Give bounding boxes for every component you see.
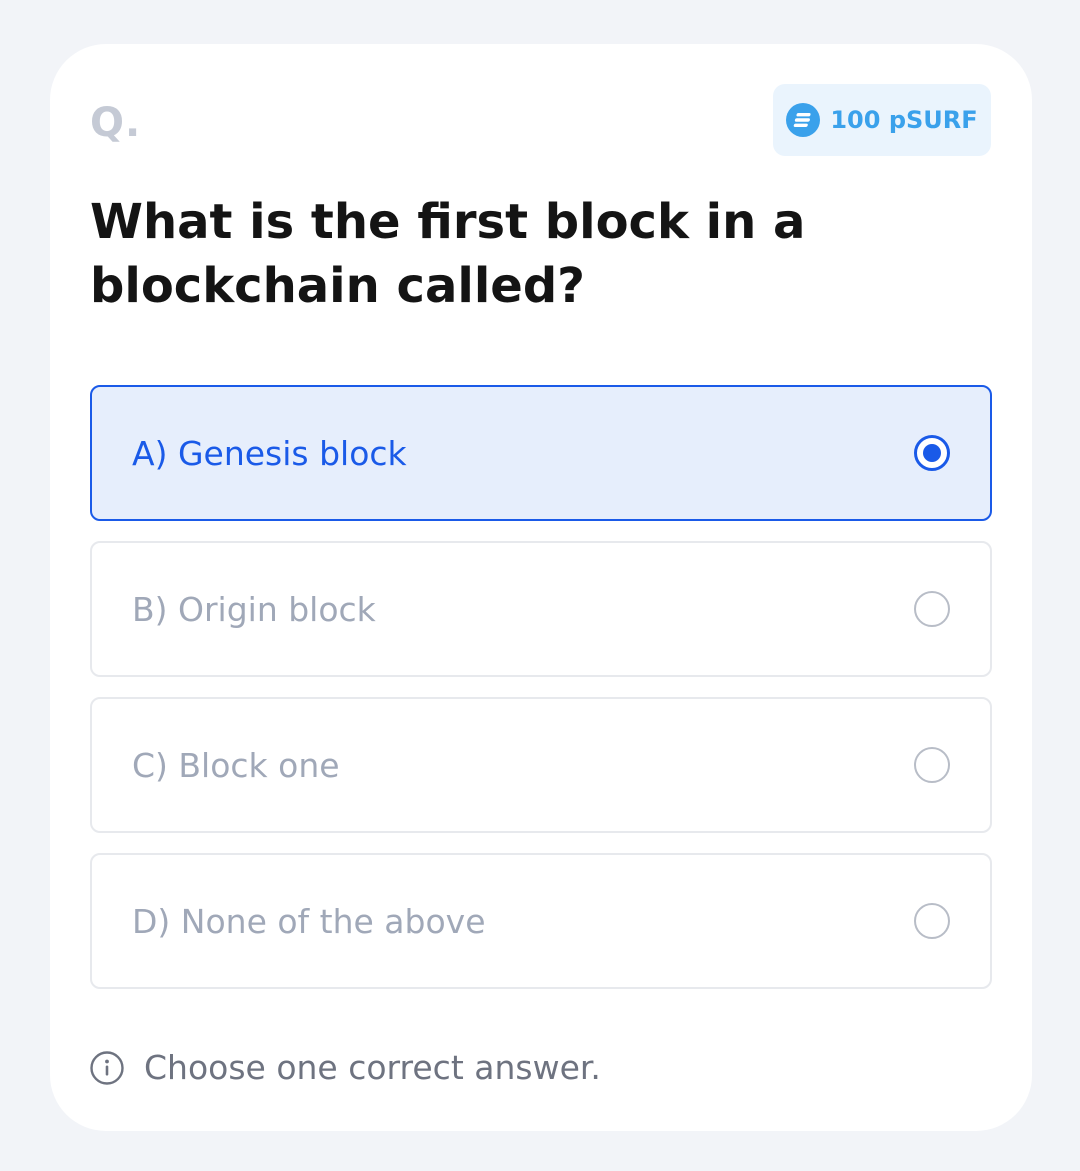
reward-amount: 100 pSURF [830, 106, 978, 134]
option-b[interactable]: B) Origin block [90, 541, 992, 677]
info-icon [90, 1050, 124, 1085]
hint-text: Choose one correct answer. [144, 1048, 601, 1087]
question-text: What is the first block in a blockchain … [90, 194, 806, 314]
option-label: A) Genesis block [132, 433, 407, 473]
radio-unselected[interactable] [914, 903, 950, 939]
reward-badge: 100 pSURF [773, 84, 991, 156]
radio-unselected[interactable] [914, 591, 950, 627]
option-label: C) Block one [132, 745, 340, 785]
radio-dot [923, 444, 941, 462]
option-c[interactable]: C) Block one [90, 697, 992, 833]
option-label: D) None of the above [132, 901, 486, 941]
quiz-card: Q. 100 pSURF What is the first block in … [50, 44, 1032, 1131]
radio-selected[interactable] [914, 435, 950, 471]
option-a[interactable]: A) Genesis block [90, 385, 992, 521]
coin-icon [786, 103, 821, 137]
option-d[interactable]: D) None of the above [90, 853, 992, 989]
instruction-hint: Choose one correct answer. [90, 1048, 601, 1087]
radio-unselected[interactable] [914, 747, 950, 783]
option-label: B) Origin block [132, 589, 376, 629]
question-label: Q. [90, 100, 142, 146]
